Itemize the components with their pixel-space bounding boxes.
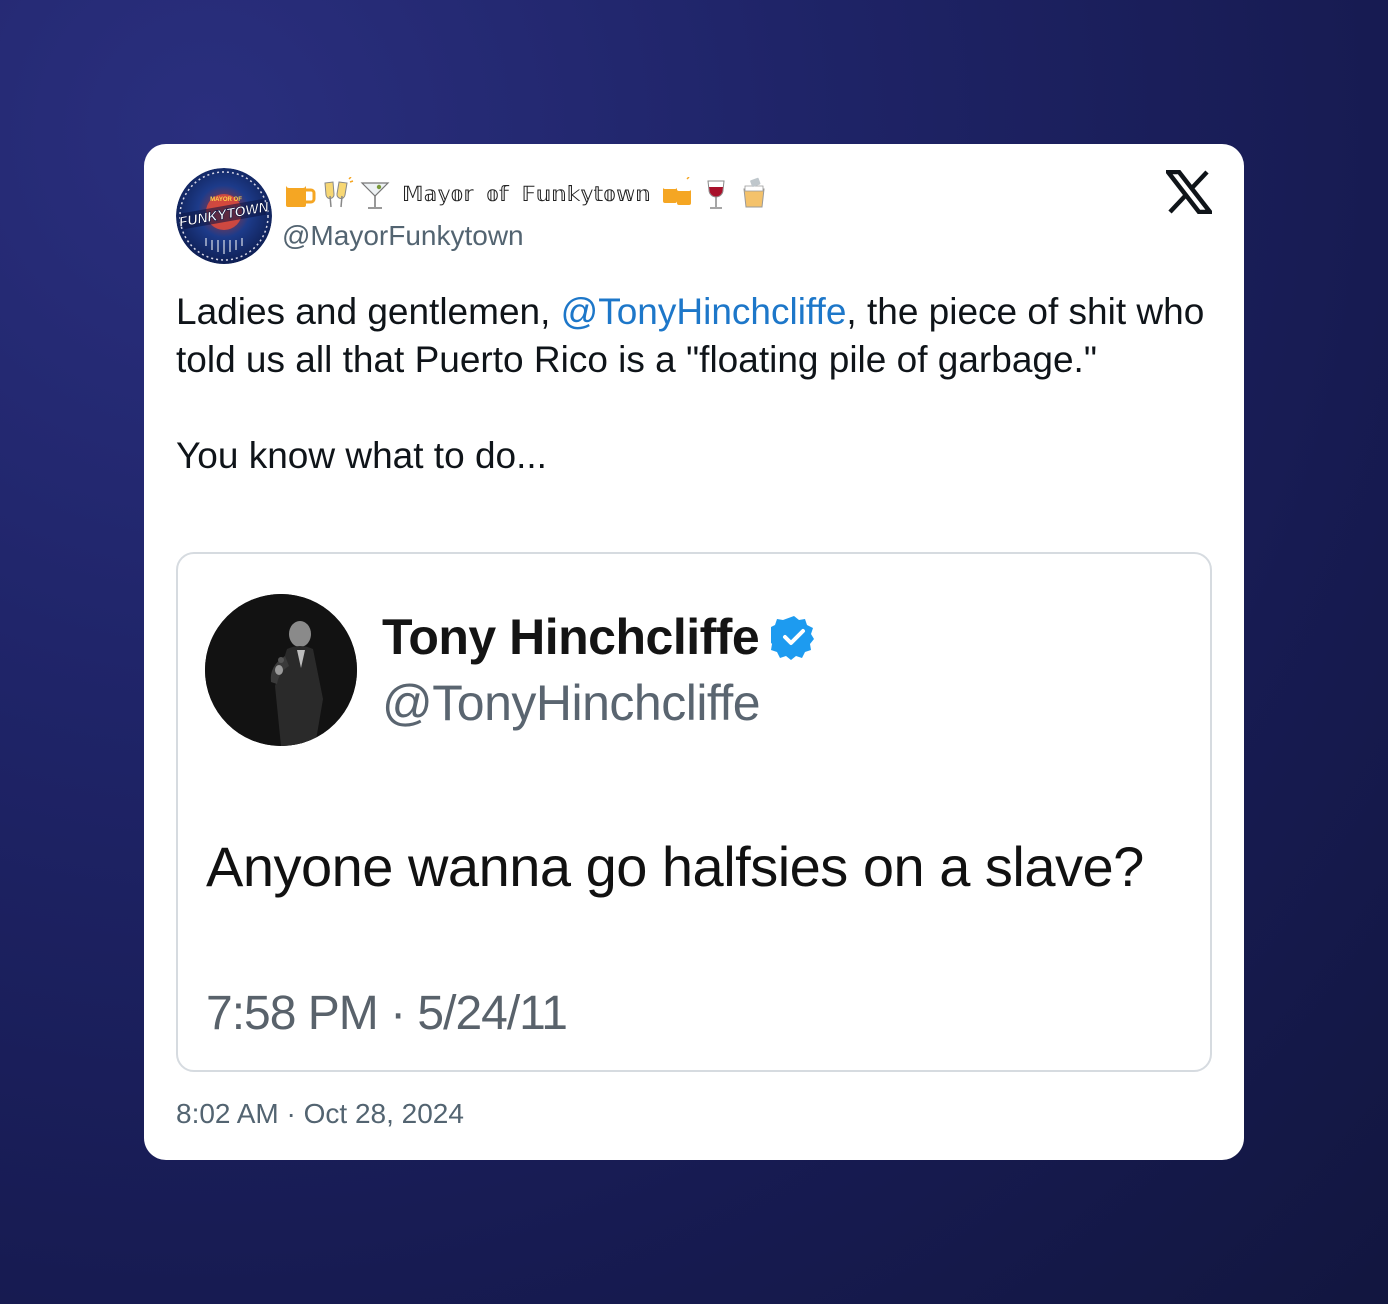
tweet-text-part1: Ladies and gentlemen,: [176, 291, 561, 332]
author-handle[interactable]: @MayorFunkytown: [282, 220, 524, 252]
beer-mug-emoji: [286, 181, 316, 207]
display-name-text: 𝕄𝕒𝕪𝕠𝕣 𝕠𝕗 𝔽𝕦𝕟𝕜𝕪𝕥𝕠𝕨𝕟: [402, 182, 651, 206]
author-avatar[interactable]: MAYOR OF FUNKYTOWN: [176, 168, 272, 264]
verified-badge-icon: [771, 616, 815, 660]
quoted-tweet-time: 7:58 PM · 5/24/11: [206, 987, 568, 1040]
avatar-label-top: MAYOR OF: [210, 197, 242, 203]
tweet-card: MAYOR OF FUNKYTOWN 𝕄𝕒𝕪𝕠𝕣 𝕠𝕗 𝔽𝕦𝕟𝕜𝕪𝕥𝕠𝕨𝕟 @M…: [144, 144, 1244, 1160]
tumbler-emoji: [743, 177, 765, 208]
quoted-avatar: [205, 594, 357, 746]
quoted-author-name: Tony Hinchcliffe: [382, 608, 817, 666]
tweet-body: Ladies and gentlemen, @TonyHinchcliffe, …: [176, 288, 1216, 480]
quoted-author-handle: @TonyHinchcliffe: [382, 675, 761, 731]
wine-glass-emoji: [707, 180, 725, 209]
quoted-name-text: Tony Hinchcliffe: [382, 609, 760, 665]
author-display-name[interactable]: 𝕄𝕒𝕪𝕠𝕣 𝕠𝕗 𝔽𝕦𝕟𝕜𝕪𝕥𝕠𝕨𝕟: [282, 174, 771, 214]
tweet-timestamp[interactable]: 8:02 AM · Oct 28, 2024: [176, 1098, 464, 1130]
clinking-beer-mugs-emoji: [662, 177, 691, 205]
x-logo-icon[interactable]: [1166, 170, 1212, 214]
cocktail-emoji: [360, 182, 390, 209]
clinking-glasses-emoji: [324, 177, 354, 208]
quoted-tweet-text: Anyone wanna go halfsies on a slave?: [206, 835, 1144, 898]
mention-link[interactable]: @TonyHinchcliffe: [561, 291, 847, 332]
quoted-tweet-image[interactable]: Tony Hinchcliffe @TonyHinchcliffe Anyone…: [176, 552, 1212, 1072]
